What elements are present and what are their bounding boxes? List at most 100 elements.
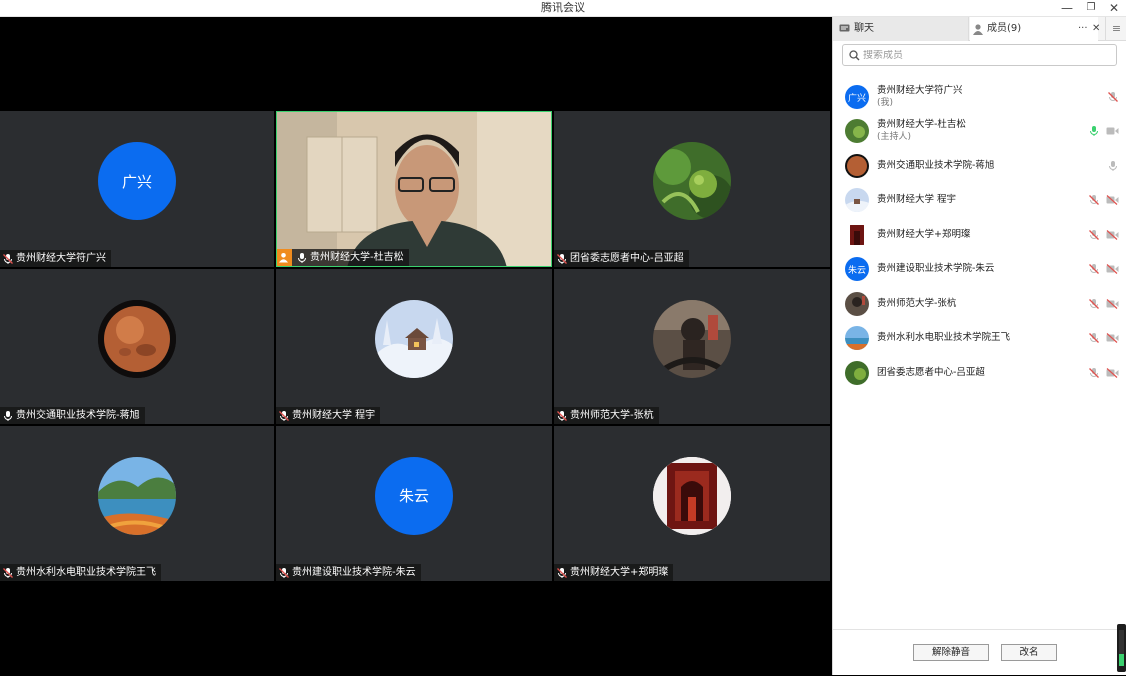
video-tile[interactable]: 团省委志愿者中心-吕亚超 bbox=[554, 111, 830, 267]
participant-name-bar: 贵州师范大学-张杭 bbox=[554, 407, 659, 424]
participant-name: 贵州水利水电职业技术学院王飞 bbox=[16, 567, 156, 578]
mic-muted-icon bbox=[279, 567, 289, 578]
member-avatar-image bbox=[845, 292, 869, 316]
avatar-image bbox=[98, 456, 176, 535]
participant-name-bar: 贵州财经大学-杜吉松 bbox=[277, 249, 409, 266]
panel-footer: 解除静音 改名 bbox=[833, 629, 1126, 675]
member-avatar-image bbox=[845, 361, 869, 385]
mic-muted-icon[interactable] bbox=[1107, 91, 1119, 103]
more-options-button[interactable]: ··· bbox=[1078, 17, 1088, 41]
minimize-button[interactable]: — bbox=[1056, 0, 1078, 16]
restore-button[interactable]: ❐ bbox=[1080, 0, 1102, 16]
video-tile[interactable]: 贵州水利水电职业技术学院王飞 bbox=[0, 426, 274, 581]
tab-members-label: 成员(9) bbox=[987, 23, 1022, 34]
mic-muted-icon bbox=[279, 410, 289, 421]
mic-muted-icon[interactable] bbox=[1088, 298, 1100, 310]
mic-muted-icon bbox=[557, 410, 567, 421]
video-tile[interactable]: 贵州师范大学-张杭 bbox=[554, 269, 830, 424]
avatar-image bbox=[98, 299, 176, 378]
camera-off-icon[interactable] bbox=[1106, 333, 1119, 343]
search-box bbox=[842, 44, 1117, 66]
member-name: 贵州财经大学-杜吉松 bbox=[877, 119, 966, 130]
avatar-image bbox=[375, 299, 453, 378]
participant-name-bar: 贵州建设职业技术学院-朱云 bbox=[276, 564, 421, 581]
member-row[interactable]: 贵州交通职业技术学院-蒋旭 bbox=[845, 150, 1119, 182]
unmute-button[interactable]: 解除静音 bbox=[913, 644, 989, 661]
mic-muted-icon[interactable] bbox=[1088, 194, 1100, 206]
mic-active-icon[interactable] bbox=[1088, 125, 1100, 137]
participant-name: 贵州财经大学-杜吉松 bbox=[310, 252, 404, 263]
camera-off-icon[interactable] bbox=[1106, 299, 1119, 309]
participant-name: 团省委志愿者中心-吕亚超 bbox=[570, 253, 684, 264]
mic-muted-icon bbox=[557, 567, 567, 578]
host-badge-icon bbox=[277, 249, 292, 266]
member-avatar-image bbox=[845, 154, 869, 178]
camera-feed bbox=[277, 112, 551, 266]
member-row[interactable]: 团省委志愿者中心-吕亚超 bbox=[845, 357, 1119, 389]
mic-muted-icon bbox=[3, 567, 13, 578]
participant-name: 贵州财经大学+郑明璨 bbox=[570, 567, 669, 578]
member-row[interactable]: 贵州水利水电职业技术学院王飞 bbox=[845, 322, 1119, 354]
participant-name: 贵州财经大学符广兴 bbox=[16, 253, 106, 264]
video-tile[interactable]: 贵州财经大学 程宇 bbox=[276, 269, 552, 424]
camera-icon[interactable] bbox=[1106, 126, 1119, 136]
participant-name: 贵州建设职业技术学院-朱云 bbox=[292, 567, 416, 578]
member-name: 贵州师范大学-张杭 bbox=[877, 298, 957, 309]
mic-icon[interactable] bbox=[1107, 160, 1119, 172]
video-tile[interactable]: 广兴 贵州财经大学符广兴 bbox=[0, 111, 274, 267]
member-row[interactable]: 贵州财经大学-杜吉松 (主持人) bbox=[845, 115, 1119, 147]
member-avatar-image bbox=[845, 223, 869, 247]
video-area: 广兴 贵州财经大学符广兴 贵州财经大学-杜吉松 团省委志愿者中心-吕亚超 贵州交… bbox=[0, 17, 832, 675]
camera-off-icon[interactable] bbox=[1106, 368, 1119, 378]
chat-icon bbox=[839, 24, 850, 32]
member-row[interactable]: 广兴 贵州财经大学符广兴 (我) bbox=[845, 81, 1119, 113]
mic-muted-icon[interactable] bbox=[1088, 263, 1100, 275]
audio-level-indicator bbox=[1117, 624, 1126, 672]
window-title: 腾讯会议 bbox=[541, 1, 585, 14]
member-name: 贵州建设职业技术学院-朱云 bbox=[877, 263, 995, 274]
camera-off-icon[interactable] bbox=[1106, 264, 1119, 274]
close-panel-button[interactable]: ✕ bbox=[1092, 17, 1100, 41]
tab-chat[interactable]: 聊天 bbox=[833, 17, 969, 41]
participant-name-bar: 贵州交通职业技术学院-蒋旭 bbox=[0, 407, 145, 424]
member-avatar: 广兴 bbox=[845, 85, 869, 109]
member-row[interactable]: 贵州财经大学+郑明璨 bbox=[845, 219, 1119, 251]
participant-name-bar: 团省委志愿者中心-吕亚超 bbox=[554, 250, 689, 267]
mic-muted-icon[interactable] bbox=[1088, 367, 1100, 379]
member-row[interactable]: 贵州财经大学 程宇 bbox=[845, 184, 1119, 216]
mic-icon bbox=[298, 252, 306, 263]
avatar-image bbox=[653, 142, 731, 220]
member-avatar-image bbox=[845, 119, 869, 143]
member-avatar: 朱云 bbox=[845, 257, 869, 281]
mic-muted-icon bbox=[557, 253, 567, 264]
participant-name-bar: 贵州水利水电职业技术学院王飞 bbox=[0, 564, 161, 581]
camera-off-icon[interactable] bbox=[1106, 195, 1119, 205]
video-tile[interactable]: 贵州交通职业技术学院-蒋旭 bbox=[0, 269, 274, 424]
tab-chat-label: 聊天 bbox=[854, 23, 874, 34]
participant-name: 贵州师范大学-张杭 bbox=[570, 410, 654, 421]
member-avatar-image bbox=[845, 188, 869, 212]
members-icon bbox=[973, 23, 983, 35]
member-role: (主持人) bbox=[877, 132, 912, 142]
video-tile[interactable]: 朱云 贵州建设职业技术学院-朱云 bbox=[276, 426, 552, 581]
member-avatar-image bbox=[845, 326, 869, 350]
member-row[interactable]: 贵州师范大学-张杭 bbox=[845, 288, 1119, 320]
mic-muted-icon[interactable] bbox=[1088, 229, 1100, 241]
search-input[interactable] bbox=[863, 49, 1103, 61]
member-name: 贵州财经大学 程宇 bbox=[877, 194, 957, 205]
panel-menu-button[interactable]: ≡ bbox=[1105, 17, 1126, 41]
camera-off-icon[interactable] bbox=[1106, 230, 1119, 240]
mic-icon bbox=[4, 410, 12, 421]
member-role: (我) bbox=[877, 98, 894, 108]
participant-name: 贵州财经大学 程宇 bbox=[292, 410, 376, 421]
member-name: 贵州财经大学+郑明璨 bbox=[877, 229, 971, 240]
member-row[interactable]: 朱云 贵州建设职业技术学院-朱云 bbox=[845, 253, 1119, 285]
participant-name-bar: 贵州财经大学 程宇 bbox=[276, 407, 381, 424]
video-tile[interactable]: 贵州财经大学+郑明璨 bbox=[554, 426, 830, 581]
video-tile-active[interactable]: 贵州财经大学-杜吉松 bbox=[276, 111, 552, 267]
mic-muted-icon[interactable] bbox=[1088, 332, 1100, 344]
participant-name-bar: 贵州财经大学符广兴 bbox=[0, 250, 111, 267]
rename-button[interactable]: 改名 bbox=[1001, 644, 1057, 661]
close-button[interactable]: ✕ bbox=[1103, 0, 1125, 16]
member-name: 团省委志愿者中心-吕亚超 bbox=[877, 367, 985, 378]
